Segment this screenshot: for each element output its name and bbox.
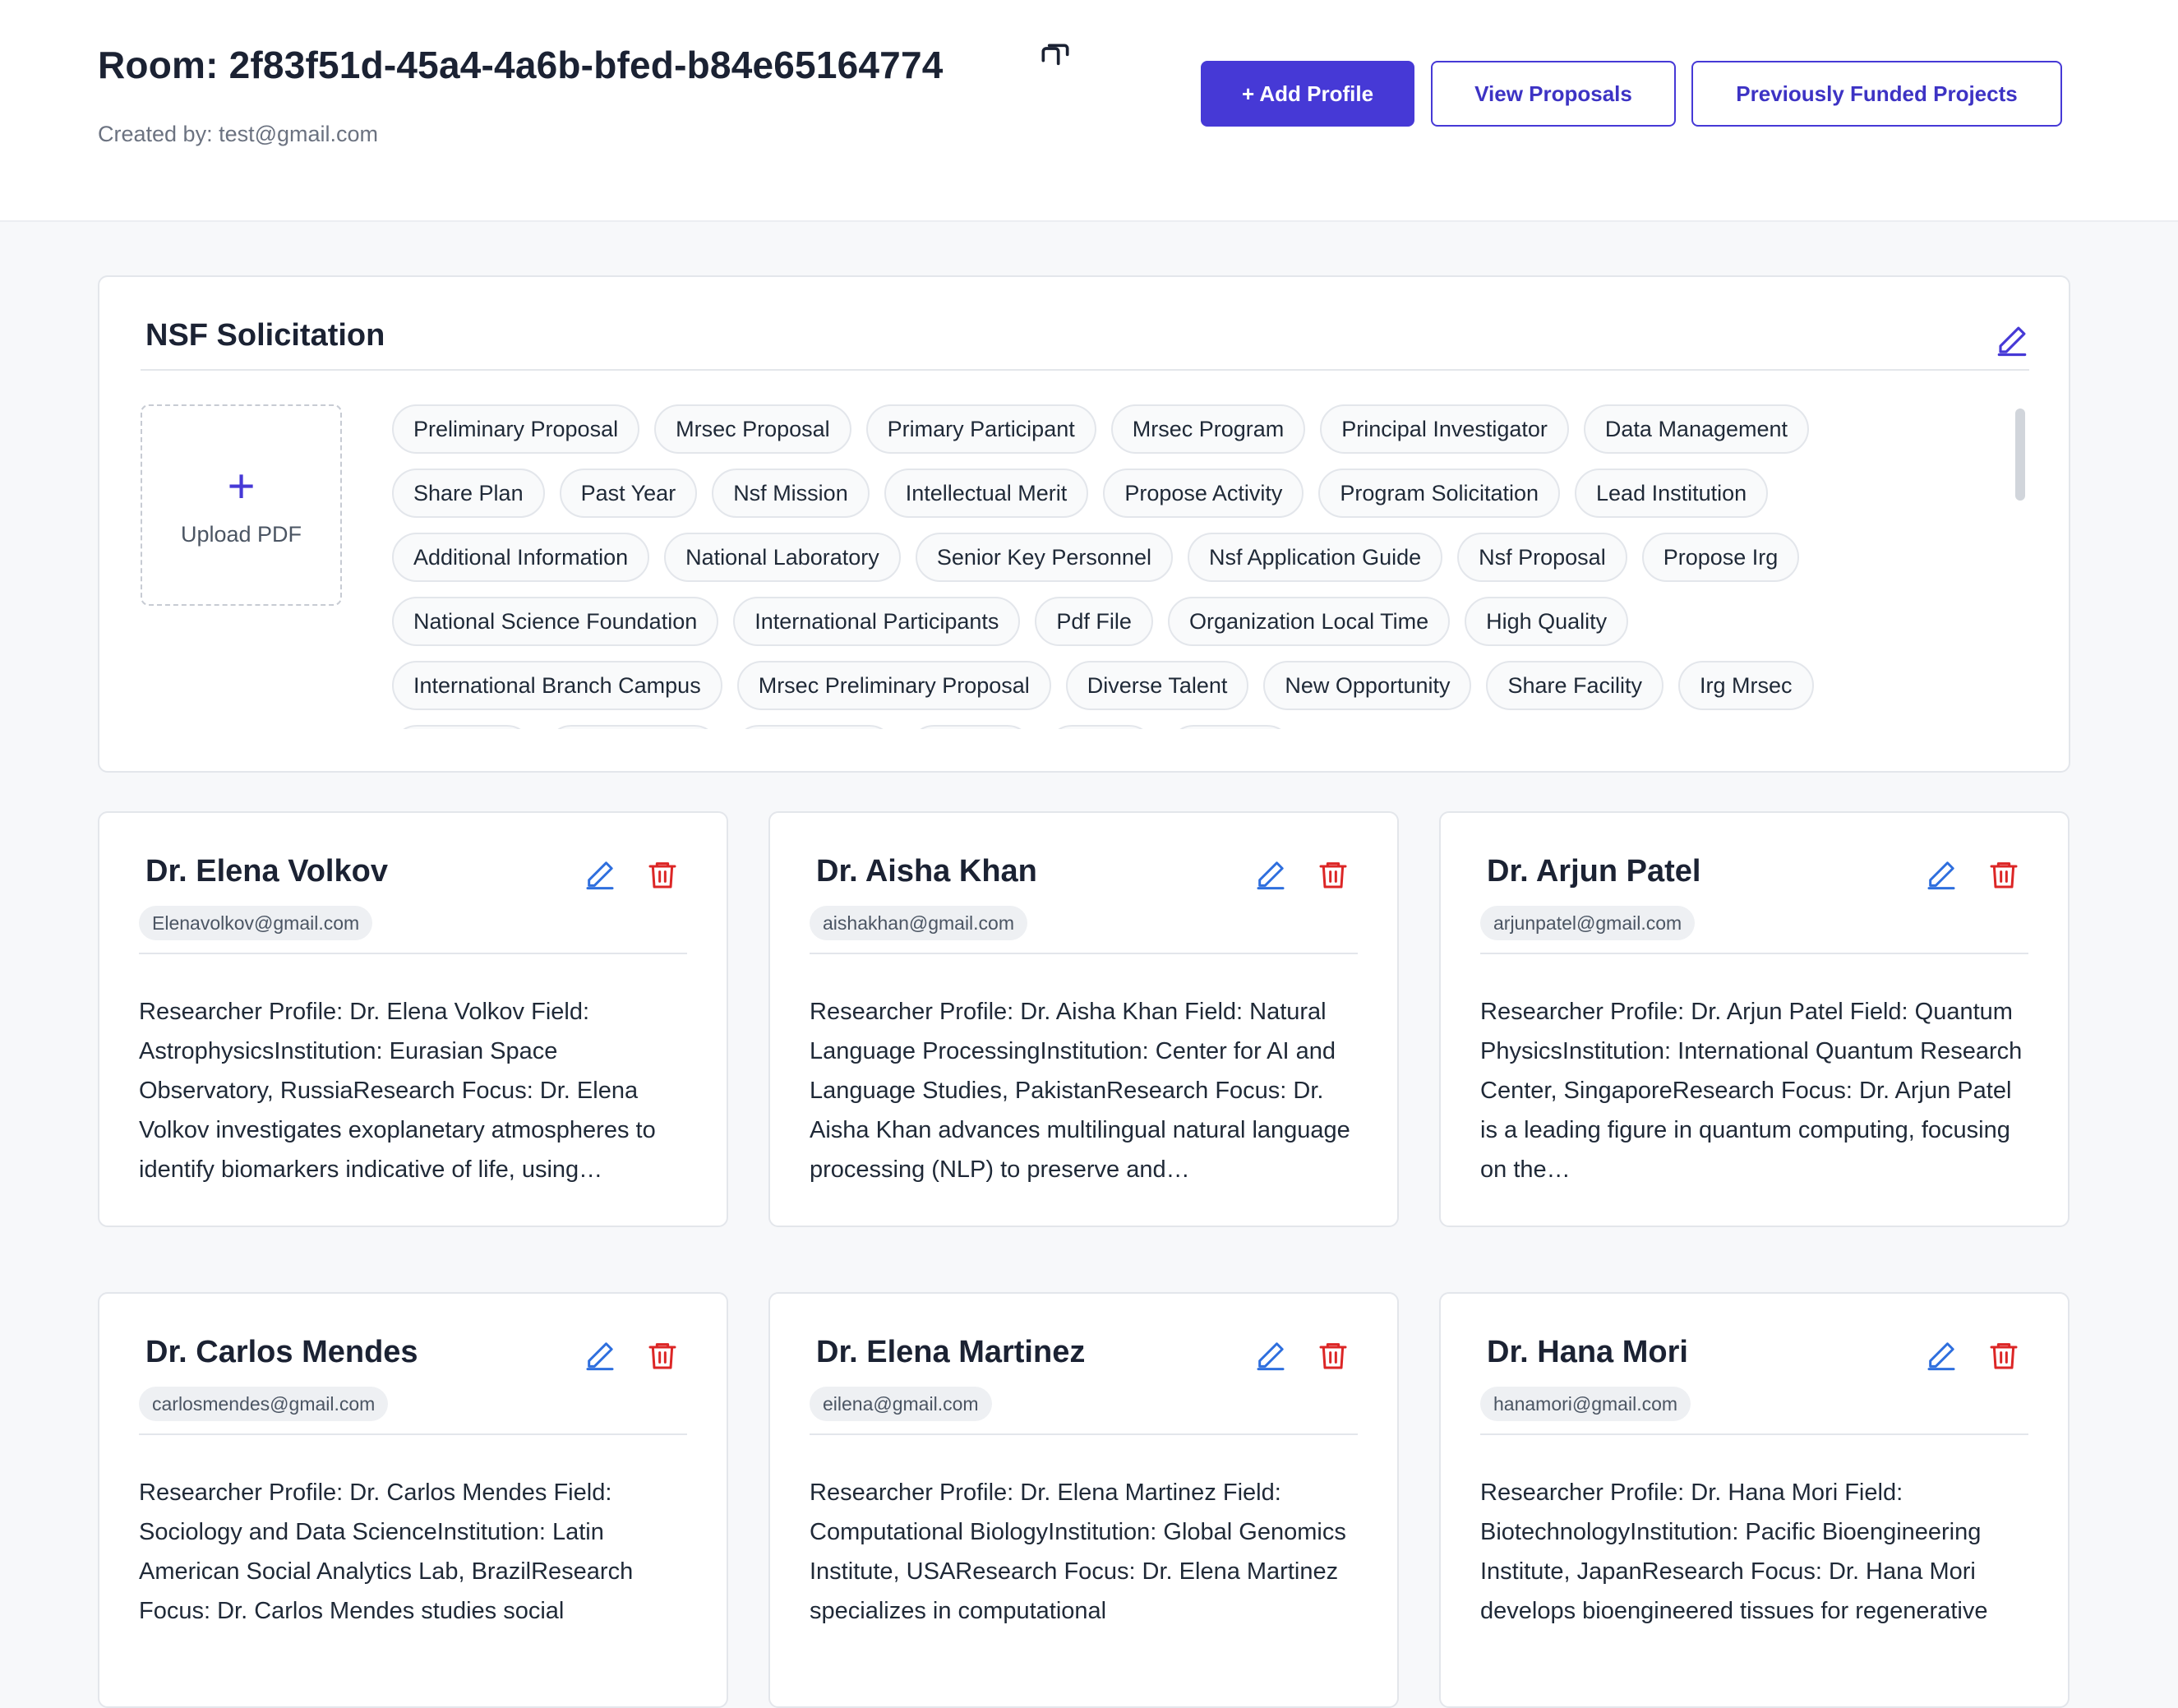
profile-card: Dr. Aisha Khan aishakhan@gmail.com Researc…: [768, 811, 1399, 1227]
profile-name: Dr. Aisha Khan: [816, 854, 1037, 889]
profile-email-badge: aishakhan@gmail.com: [810, 906, 1028, 940]
keyword-tag[interactable]: Nsf Mission: [712, 469, 870, 518]
pencil-icon[interactable]: [1254, 858, 1287, 891]
profile-divider: [810, 953, 1358, 954]
keyword-tag[interactable]: International Branch Campus: [392, 661, 722, 710]
profile-card: Dr. Carlos Mendes carlosmendes@gmail.com R…: [98, 1292, 728, 1708]
previously-funded-projects-button[interactable]: Previously Funded Projects: [1691, 61, 2062, 127]
keyword-tag[interactable]: Additional Information: [392, 533, 650, 582]
keyword-tag[interactable]: Preliminary Proposal: [392, 404, 640, 454]
keyword-tag[interactable]: Principal Investigator: [1320, 404, 1569, 454]
profile-description: Researcher Profile: Dr. Arjun Patel Fiel…: [1480, 999, 2023, 1183]
pencil-icon[interactable]: [1254, 1339, 1287, 1372]
trash-icon[interactable]: [646, 1339, 679, 1372]
keyword-tag[interactable]: Nsf Application Guide: [1187, 533, 1443, 582]
keyword-tag[interactable]: Share Facility: [1486, 661, 1664, 710]
upload-pdf-dropzone[interactable]: + Upload PDF: [141, 404, 342, 606]
keyword-tag-list: Preliminary Proposal Mrsec Proposal Primar…: [392, 404, 1937, 729]
keyword-tag[interactable]: Nsf Proposal: [1457, 533, 1627, 582]
tag-list-scrollbar[interactable]: [2015, 409, 2025, 501]
pencil-icon[interactable]: [584, 1339, 616, 1372]
solicitation-divider: [141, 369, 2029, 371]
keyword-tag[interactable]: Primary Participant: [865, 404, 1096, 454]
keyword-tag[interactable]: Senior Key Personnel: [915, 533, 1173, 582]
profile-divider: [1480, 1433, 2028, 1435]
profile-name: Dr. Elena Volkov: [145, 854, 388, 889]
keyword-tag[interactable]: Past Year: [559, 469, 698, 518]
pencil-icon[interactable]: [1925, 858, 1958, 891]
profile-divider: [1480, 953, 2028, 954]
pencil-icon[interactable]: [584, 858, 616, 891]
keyword-tag[interactable]: New Opportunity: [1263, 661, 1472, 710]
keyword-tag[interactable]: International Participants: [733, 597, 1021, 646]
keyword-tag-clipped[interactable]: [392, 725, 532, 729]
keyword-tag-clipped[interactable]: [734, 725, 894, 729]
keyword-tag[interactable]: Mrsec Preliminary Proposal: [736, 661, 1051, 710]
keyword-tag[interactable]: Propose Activity: [1103, 469, 1304, 518]
keyword-tag[interactable]: Pdf File: [1035, 597, 1153, 646]
pencil-icon[interactable]: [1925, 1339, 1958, 1372]
profile-divider: [810, 1433, 1358, 1435]
trash-icon[interactable]: [1317, 1339, 1350, 1372]
keyword-tag[interactable]: Share Plan: [392, 469, 545, 518]
profile-divider: [139, 1433, 687, 1435]
profile-name: Dr. Elena Martinez: [816, 1335, 1086, 1369]
keyword-tag[interactable]: Data Management: [1583, 404, 1810, 454]
profile-divider: [139, 953, 687, 954]
keyword-tag[interactable]: High Quality: [1465, 597, 1629, 646]
profile-description: Researcher Profile: Dr. Aisha Khan Field…: [810, 999, 1350, 1183]
keyword-tag-clipped[interactable]: [1047, 725, 1154, 729]
keyword-tag[interactable]: Irg Mrsec: [1678, 661, 1814, 710]
room-title: Room: 2f83f51d-45a4-4a6b-bfed-b84e651647…: [98, 44, 944, 86]
keyword-tag[interactable]: National Science Foundation: [392, 597, 719, 646]
keyword-tag-clipped[interactable]: [547, 725, 719, 729]
profile-name: Dr. Arjun Patel: [1487, 854, 1701, 889]
pencil-icon[interactable]: [1995, 323, 2029, 358]
trash-icon[interactable]: [1317, 858, 1350, 891]
trash-icon[interactable]: [1987, 1339, 2020, 1372]
keyword-tag[interactable]: Mrsec Proposal: [654, 404, 851, 454]
plus-icon: +: [227, 459, 256, 513]
upload-pdf-label: Upload PDF: [180, 522, 302, 547]
trash-icon[interactable]: [646, 858, 679, 891]
add-profile-button[interactable]: + Add Profile: [1201, 61, 1414, 127]
keyword-tag-clipped[interactable]: [909, 725, 1032, 729]
solicitation-title: NSF Solicitation: [145, 318, 385, 353]
keyword-tag[interactable]: Intellectual Merit: [884, 469, 1089, 518]
keyword-tag[interactable]: Program Solicitation: [1318, 469, 1561, 518]
profile-description: Researcher Profile: Dr. Carlos Mendes Fi…: [139, 1479, 634, 1624]
profile-email-badge: arjunpatel@gmail.com: [1480, 906, 1696, 940]
copy-icon[interactable]: [1037, 39, 1073, 76]
profile-email-badge: carlosmendes@gmail.com: [139, 1387, 389, 1421]
profile-name: Dr. Carlos Mendes: [145, 1335, 418, 1369]
keyword-tag[interactable]: Mrsec Program: [1110, 404, 1306, 454]
profile-description: Researcher Profile: Dr. Elena Martinez F…: [810, 1479, 1346, 1624]
created-by-text: Created by: test@gmail.com: [98, 122, 379, 146]
profile-card: Dr. Arjun Patel arjunpatel@gmail.com Resea…: [1439, 811, 2070, 1227]
keyword-tag[interactable]: Propose Irg: [1641, 533, 1800, 582]
profile-email-badge: Elenavolkov@gmail.com: [139, 906, 373, 940]
trash-icon[interactable]: [1987, 858, 2020, 891]
keyword-tag[interactable]: Organization Local Time: [1167, 597, 1451, 646]
profile-card: Dr. Elena Volkov Elenavolkov@gmail.com Res…: [98, 811, 728, 1227]
view-proposals-button[interactable]: View Proposals: [1431, 61, 1676, 127]
room-header: Room: 2f83f51d-45a4-4a6b-bfed-b84e651647…: [0, 0, 2178, 222]
keyword-tag[interactable]: National Laboratory: [664, 533, 901, 582]
profile-name: Dr. Hana Mori: [1487, 1335, 1688, 1369]
keyword-tag[interactable]: Lead Institution: [1575, 469, 1769, 518]
profile-description: Researcher Profile: Dr. Elena Volkov Fie…: [139, 999, 656, 1183]
profile-card: Dr. Elena Martinez eilena@gmail.com Resear…: [768, 1292, 1399, 1708]
profile-email-badge: eilena@gmail.com: [810, 1387, 992, 1421]
keyword-tag-clipped[interactable]: [1169, 725, 1292, 729]
profile-email-badge: hanamori@gmail.com: [1480, 1387, 1691, 1421]
keyword-tag[interactable]: Diverse Talent: [1065, 661, 1249, 710]
profile-card: Dr. Hana Mori hanamori@gmail.com Researche…: [1439, 1292, 2070, 1708]
solicitation-panel: NSF Solicitation + Upload PDF Preliminar…: [98, 275, 2070, 773]
profile-description: Researcher Profile: Dr. Hana Mori Field:…: [1480, 1479, 1988, 1624]
